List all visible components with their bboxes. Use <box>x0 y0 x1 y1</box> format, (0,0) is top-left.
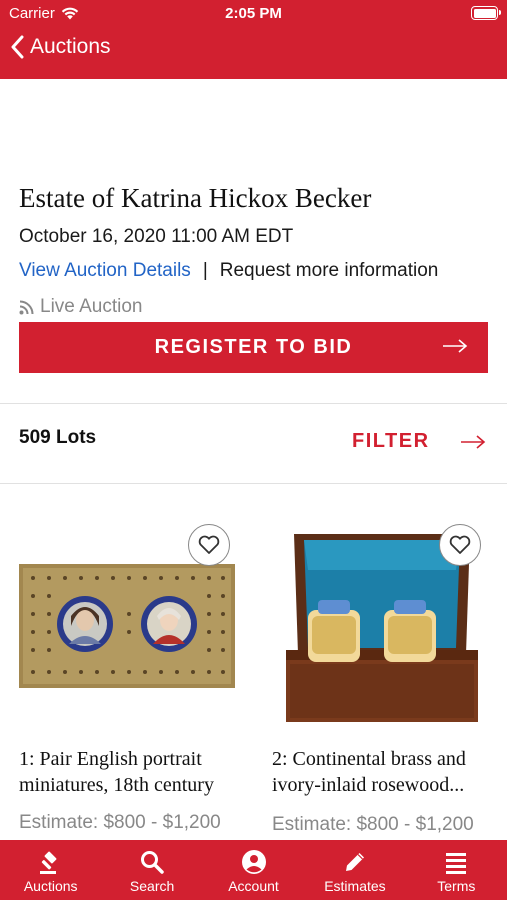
auction-date: October 16, 2020 11:00 AM EDT <box>19 226 294 247</box>
filter-label: FILTER <box>352 430 430 452</box>
search-icon <box>141 851 164 874</box>
view-auction-details-link[interactable]: View Auction Details <box>19 260 191 282</box>
back-button[interactable]: Auctions <box>10 35 111 59</box>
favorite-button[interactable] <box>188 524 230 566</box>
tab-label: Account <box>228 878 279 894</box>
tab-auctions[interactable]: Auctions <box>0 840 101 900</box>
live-auction-badge: Live Auction <box>19 296 142 318</box>
lot-estimate: Estimate: $800 - $1,200 <box>19 812 221 833</box>
tab-label: Search <box>129 878 175 894</box>
auction-links: View Auction Details | Request more info… <box>19 260 438 282</box>
lot-estimate: Estimate: $800 - $1,200 <box>272 814 474 835</box>
auction-title: Estate of Katrina Hickox Becker <box>19 183 372 213</box>
arrow-right-icon <box>443 339 468 353</box>
heart-icon <box>198 535 220 554</box>
back-label: Auctions <box>30 35 111 58</box>
register-to-bid-button[interactable]: REGISTER TO BID <box>19 322 488 373</box>
lots-count: 509 Lots <box>19 427 97 448</box>
divider <box>0 483 507 484</box>
clock: 2:05 PM <box>225 5 282 22</box>
pencil-icon <box>345 853 364 871</box>
tab-label: Terms <box>437 878 476 894</box>
list-icon <box>446 853 467 874</box>
chevron-left-icon <box>11 35 24 59</box>
tab-account[interactable]: Account <box>203 840 304 900</box>
register-label: REGISTER TO BID <box>154 336 353 358</box>
lot-title[interactable]: 2: Continental brass and ivory-inlaid ro… <box>272 746 507 798</box>
tab-label: Estimates <box>324 878 386 894</box>
tab-bar: Auctions Search Account Estimates Terms <box>0 840 507 900</box>
battery-icon <box>471 6 501 20</box>
link-separator: | <box>202 260 208 281</box>
filter-button[interactable]: FILTER <box>352 430 486 453</box>
account-icon <box>241 850 266 874</box>
tab-terms[interactable]: Terms <box>406 840 507 900</box>
top-bar: Carrier 2:05 PM Auctions <box>0 0 507 79</box>
tab-estimates[interactable]: Estimates <box>304 840 405 900</box>
request-info-link[interactable]: Request more information <box>220 260 439 282</box>
tab-search[interactable]: Search <box>101 840 202 900</box>
favorite-button[interactable] <box>439 524 481 566</box>
gavel-icon <box>39 851 57 874</box>
status-bar: Carrier 2:05 PM <box>0 0 507 28</box>
lot-title[interactable]: 1: Pair English portrait miniatures, 18t… <box>19 746 259 798</box>
heart-icon <box>449 535 471 554</box>
arrow-right-icon <box>460 434 485 449</box>
tab-label: Auctions <box>23 878 78 894</box>
divider <box>0 403 507 404</box>
rss-icon <box>19 300 34 314</box>
live-auction-label: Live Auction <box>40 296 143 317</box>
